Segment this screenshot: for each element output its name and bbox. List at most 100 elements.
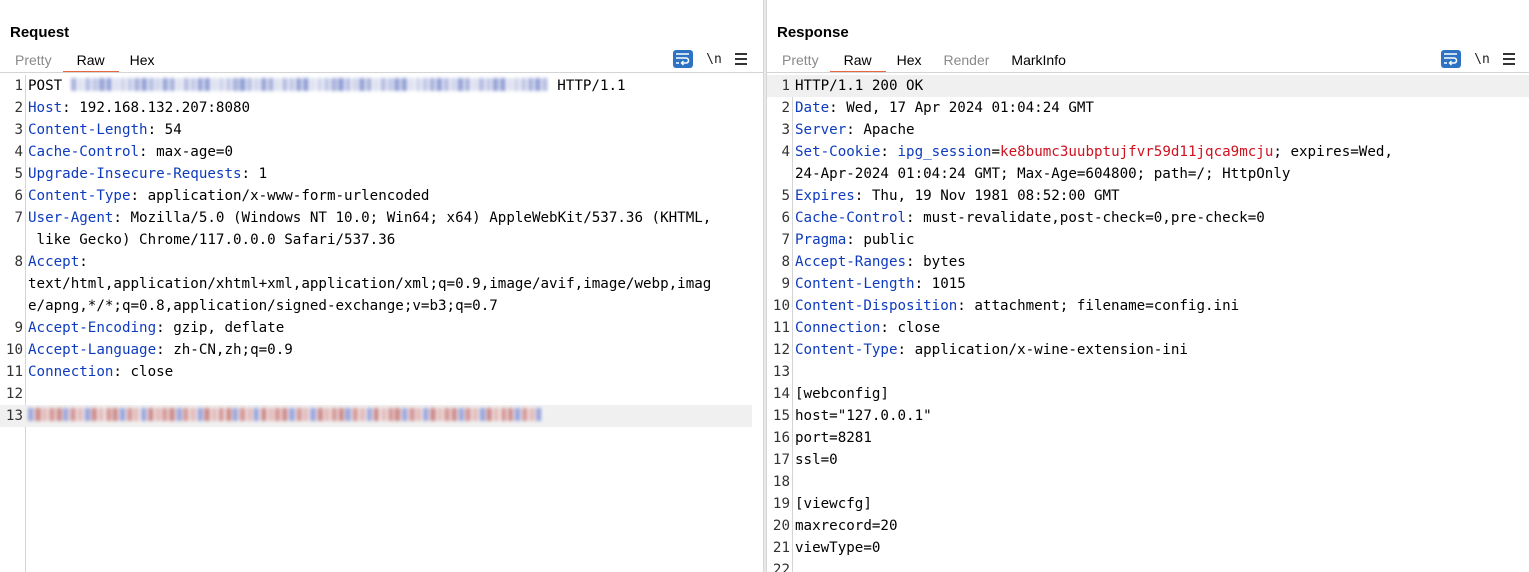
line-content: Content-Length: 1015 (795, 273, 1523, 295)
text-segment: port=8281 (795, 430, 872, 446)
code-line: 12 Content-Type: application/x-wine-exten… (767, 339, 1529, 361)
tab-render[interactable]: Render (933, 49, 1001, 73)
code-line: e/apng,*/*;q=0.8,application/signed-exch… (0, 295, 763, 317)
header-name: User-Agent (28, 210, 114, 226)
line-content: e/apng,*/*;q=0.8,application/signed-exch… (28, 295, 757, 317)
request-title: Request (10, 24, 70, 41)
header-name: Content-Length (795, 276, 915, 292)
line-content: 24-Apr-2024 01:04:24 GMT; Max-Age=604800… (795, 163, 1523, 185)
text-segment: = (991, 144, 1001, 160)
tab-separator (0, 72, 763, 73)
line-number: 9 (781, 276, 790, 292)
line-content: Pragma: public (795, 229, 1523, 251)
code-line: 3 Server: Apache (767, 119, 1529, 141)
header-name: Accept-Encoding (28, 320, 157, 336)
newline-toggle-button[interactable]: \n (1473, 52, 1491, 67)
line-number: 5 (14, 166, 23, 182)
request-toolbar: \n (673, 50, 749, 68)
text-segment: like Gecko) Chrome/117.0.0.0 Safari/537.… (28, 232, 396, 248)
code-line: 8 Accept-Ranges: bytes (767, 251, 1529, 273)
header-name: Content-Type (795, 342, 898, 358)
code-line: text/html,application/xhtml+xml,applicat… (0, 273, 763, 295)
code-line: 13 (0, 405, 752, 427)
line-number: 6 (781, 210, 790, 226)
text-segment: : zh-CN,zh;q=0.9 (156, 342, 293, 358)
code-line: 2 Date: Wed, 17 Apr 2024 01:04:24 GMT (767, 97, 1529, 119)
line-content: Cache-Control: max-age=0 (28, 141, 757, 163)
line-content: Accept: (28, 251, 757, 273)
request-editor[interactable]: 1 POST HTTP/1.1 2 Host: 192.168.132.207:808… (0, 75, 763, 572)
text-segment: 24-Apr-2024 01:04:24 GMT; Max-Age=604800… (795, 166, 1291, 182)
line-number: 5 (781, 188, 790, 204)
response-pane: Response Pretty Raw Hex Render MarkInfo \n 1… (767, 0, 1529, 572)
line-content: Accept-Language: zh-CN,zh;q=0.9 (28, 339, 757, 361)
response-toolbar: \n (1441, 50, 1517, 68)
code-line: 11 Connection: close (767, 317, 1529, 339)
line-number: 9 (14, 320, 23, 336)
line-number: 17 (772, 452, 790, 468)
text-segment: : (880, 144, 898, 160)
tab-raw[interactable]: Raw (829, 49, 886, 73)
line-number: 12 (5, 386, 23, 402)
line-content: port=8281 (795, 427, 1523, 449)
code-line: 6 Cache-Control: must-revalidate,post-che… (767, 207, 1529, 229)
code-line: 5 Upgrade-Insecure-Requests: 1 (0, 163, 763, 185)
tab-hex[interactable]: Hex (886, 49, 933, 73)
text-segment: : Wed, 17 Apr 2024 01:04:24 GMT (829, 100, 1094, 116)
tab-pretty[interactable]: Pretty (4, 49, 63, 73)
text-segment: host="127.0.0.1" (795, 408, 932, 424)
header-name: Cache-Control (795, 210, 907, 226)
line-number: 11 (5, 364, 23, 380)
code-line: 12 (0, 383, 763, 405)
text-segment: : close (113, 364, 174, 380)
text-segment: : Thu, 19 Nov 1981 08:52:00 GMT (854, 188, 1120, 204)
tab-markinfo[interactable]: MarkInfo (1000, 49, 1076, 73)
line-content: host="127.0.0.1" (795, 405, 1523, 427)
header-name: Content-Disposition (795, 298, 958, 314)
hamburger-menu-icon[interactable] (735, 53, 749, 65)
code-line: 6 Content-Type: application/x-www-form-ur… (0, 185, 763, 207)
code-line: 7 Pragma: public (767, 229, 1529, 251)
line-number: 10 (5, 342, 23, 358)
code-line: 24-Apr-2024 01:04:24 GMT; Max-Age=604800… (767, 163, 1529, 185)
line-number: 16 (772, 430, 790, 446)
text-segment: ssl=0 (795, 452, 838, 468)
line-number: 3 (781, 122, 790, 138)
redacted-text (28, 408, 543, 421)
line-content: Expires: Thu, 19 Nov 1981 08:52:00 GMT (795, 185, 1523, 207)
code-line: 7 User-Agent: Mozilla/5.0 (Windows NT 10.… (0, 207, 763, 229)
tab-hex[interactable]: Hex (119, 49, 166, 73)
tab-pretty[interactable]: Pretty (771, 49, 830, 73)
word-wrap-icon[interactable] (673, 50, 693, 68)
newline-toggle-button[interactable]: \n (705, 52, 723, 67)
header-name: Connection (28, 364, 114, 380)
code-line: 4 Cache-Control: max-age=0 (0, 141, 763, 163)
header-name: Set-Cookie (795, 144, 881, 160)
line-content: ssl=0 (795, 449, 1523, 471)
line-number: 20 (772, 518, 790, 534)
request-pane: Request Pretty Raw Hex \n 1 POST HTTP/1.1 2 H… (0, 0, 763, 572)
text-segment: : public (846, 232, 915, 248)
code-line: 18 (767, 471, 1529, 493)
header-name: Pragma (795, 232, 847, 248)
text-segment: : Apache (846, 122, 915, 138)
line-content: Host: 192.168.132.207:8080 (28, 97, 757, 119)
tab-separator (767, 72, 1529, 73)
code-line: 15 host="127.0.0.1" (767, 405, 1529, 427)
code-line: 9 Content-Length: 1015 (767, 273, 1529, 295)
text-segment: POST (28, 78, 71, 94)
word-wrap-icon[interactable] (1441, 50, 1461, 68)
code-line: 10 Accept-Language: zh-CN,zh;q=0.9 (0, 339, 763, 361)
hamburger-menu-icon[interactable] (1503, 53, 1517, 65)
line-content (28, 405, 746, 427)
line-content: POST HTTP/1.1 (28, 75, 757, 97)
code-line: 19 [viewcfg] (767, 493, 1529, 515)
tab-raw[interactable]: Raw (62, 49, 119, 73)
line-number: 8 (14, 254, 23, 270)
line-content: like Gecko) Chrome/117.0.0.0 Safari/537.… (28, 229, 757, 251)
code-line: 8 Accept: (0, 251, 763, 273)
code-line: 13 (767, 361, 1529, 383)
line-content: maxrecord=20 (795, 515, 1523, 537)
line-number: 4 (14, 144, 23, 160)
response-editor[interactable]: 1 HTTP/1.1 200 OK 2 Date: Wed, 17 Apr 2024 … (767, 75, 1529, 572)
